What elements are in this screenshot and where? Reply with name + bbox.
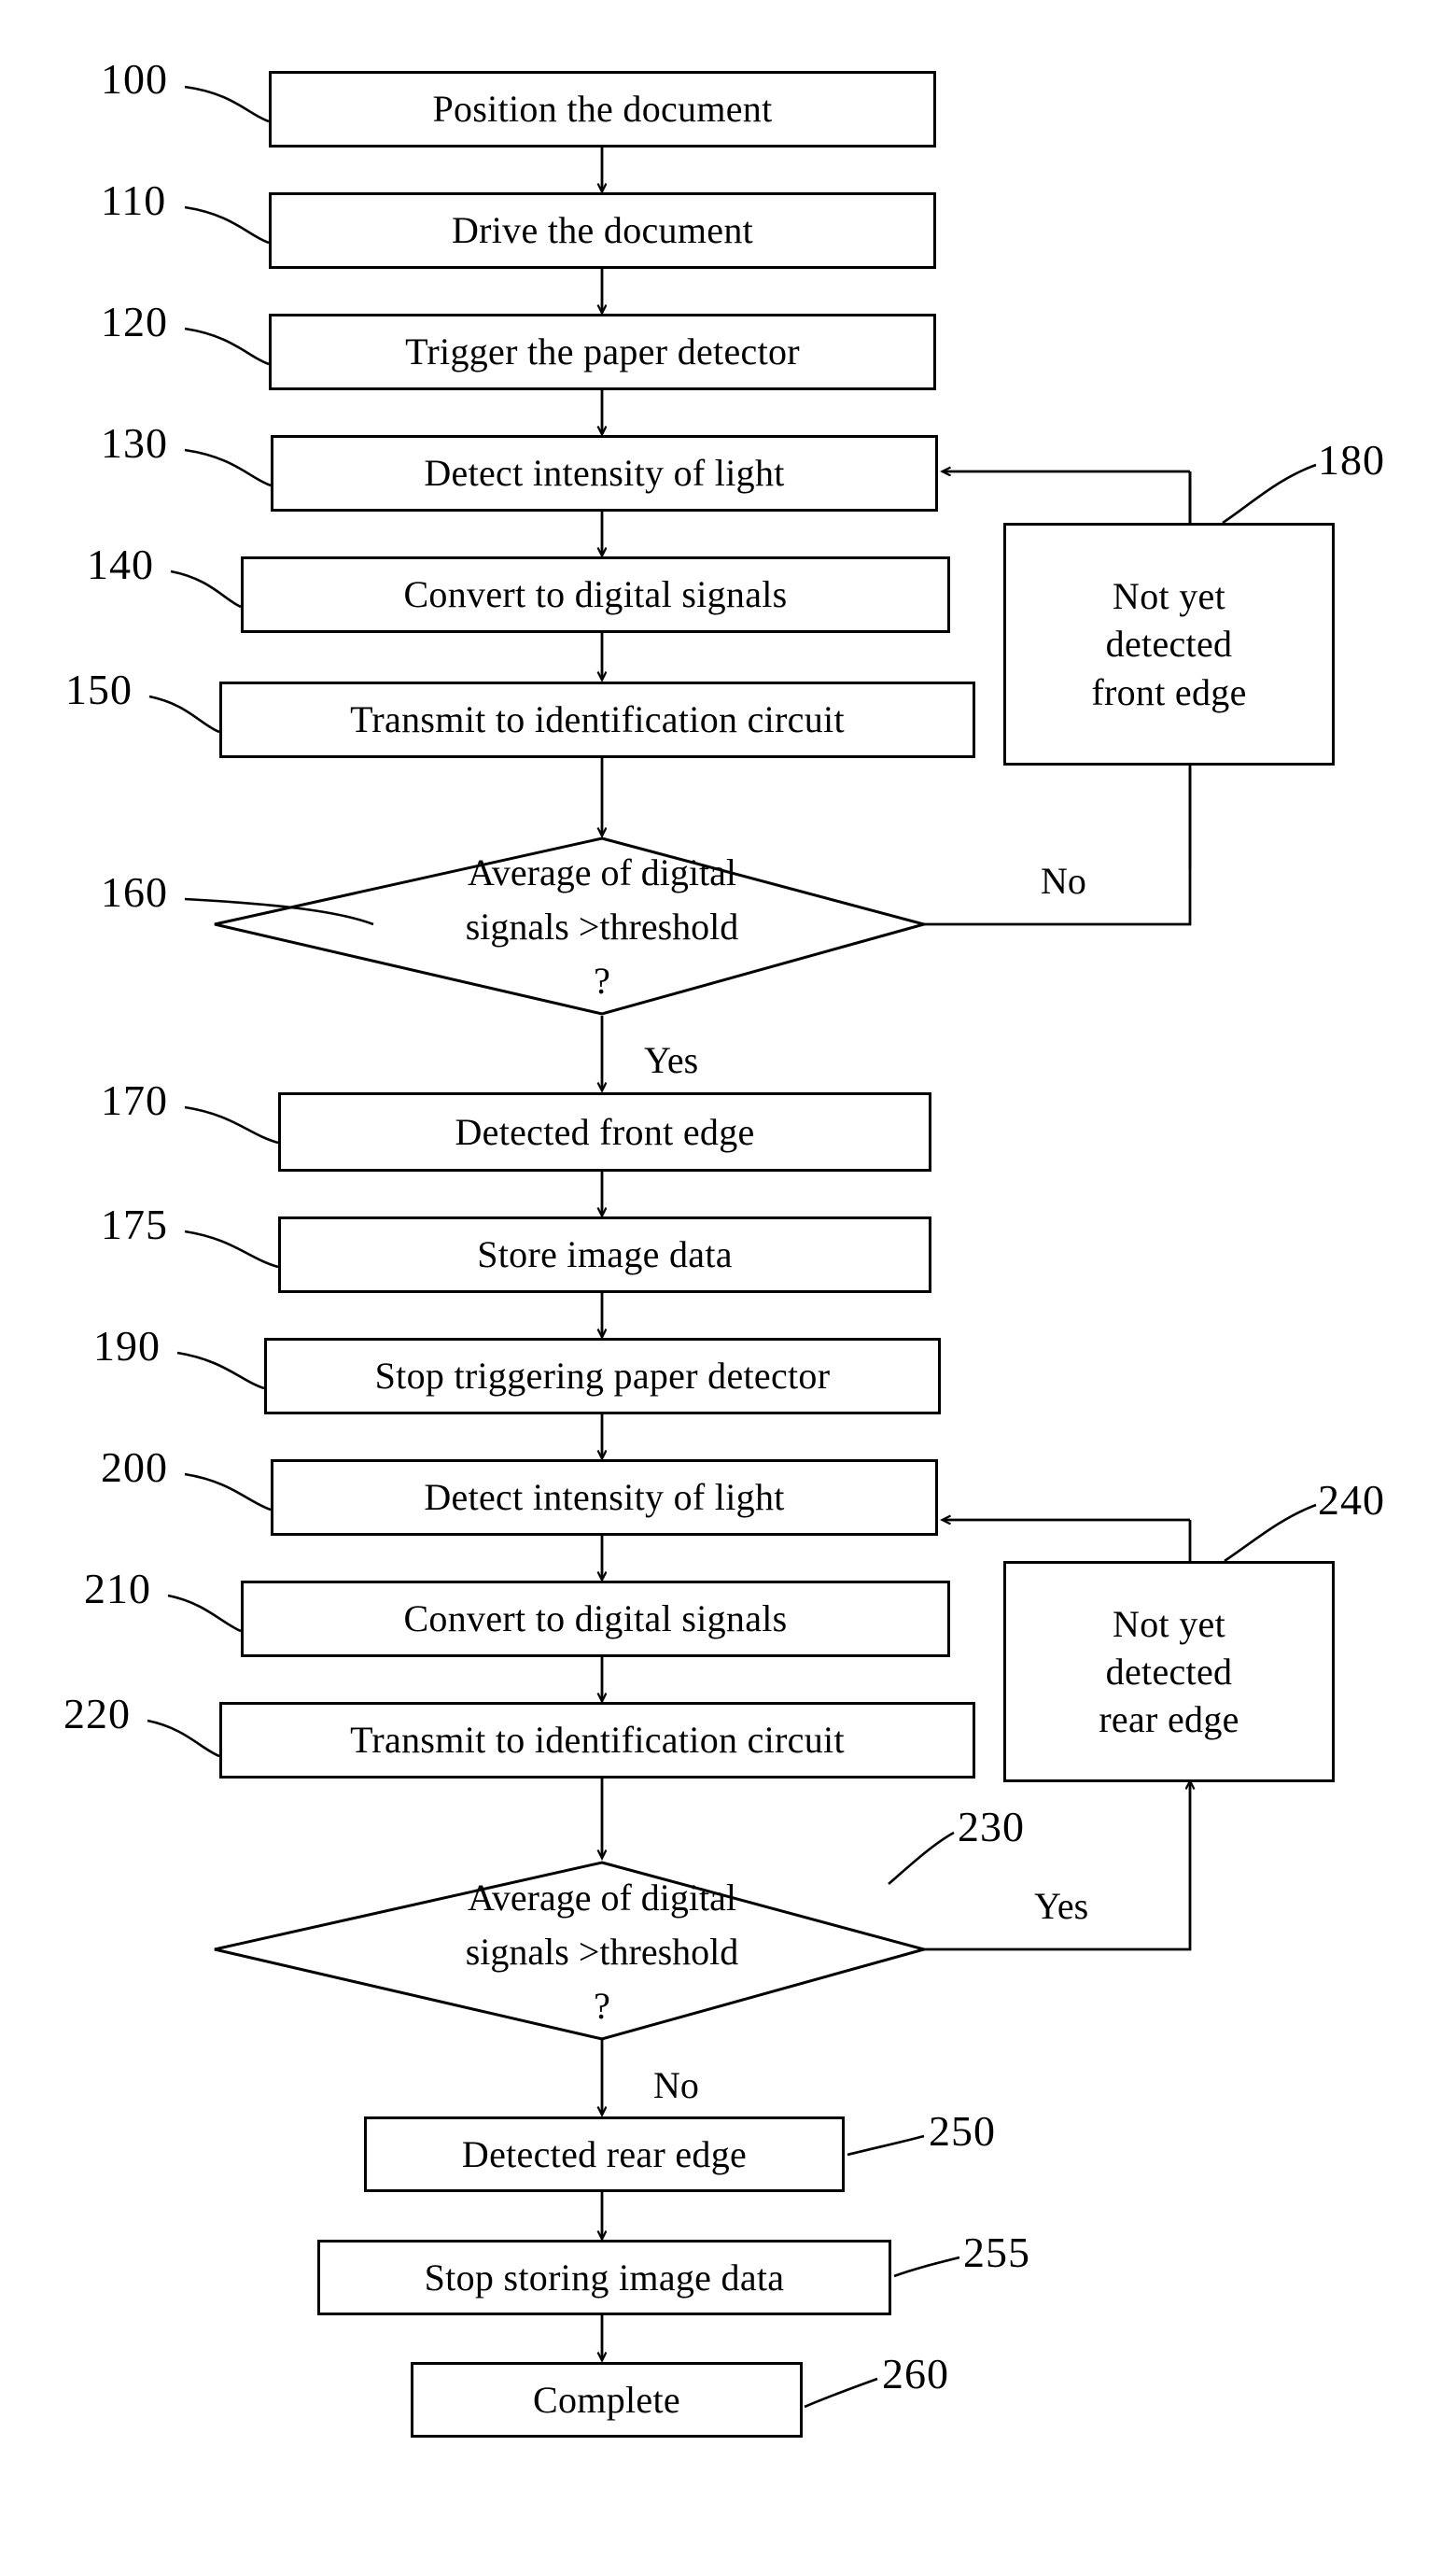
- flowchart-canvas: Position the document Drive the document…: [0, 0, 1456, 2573]
- ref-240: 240: [1318, 1476, 1385, 1524]
- ref-160: 160: [101, 868, 168, 916]
- ref-250: 250: [929, 2107, 996, 2155]
- ref-255: 255: [963, 2229, 1030, 2276]
- ref-230: 230: [958, 1803, 1025, 1850]
- ref-180: 180: [1318, 436, 1385, 484]
- ref-140: 140: [87, 541, 154, 588]
- leader-line-layer: [147, 85, 1317, 2409]
- ref-210: 210: [84, 1565, 151, 1612]
- ref-150: 150: [65, 666, 133, 713]
- ref-220: 220: [63, 1690, 131, 1737]
- ref-260: 260: [882, 2350, 949, 2397]
- ref-190: 190: [93, 1322, 161, 1370]
- ref-120: 120: [101, 298, 168, 345]
- ref-170: 170: [101, 1076, 168, 1124]
- ref-100: 100: [101, 55, 168, 103]
- edge-label-230-yes: Yes: [1034, 1885, 1089, 1927]
- ref-110: 110: [101, 176, 167, 224]
- edge-label-230-no: No: [653, 2064, 699, 2106]
- ref-175: 175: [101, 1201, 168, 1248]
- edge-label-160-no: No: [1041, 860, 1086, 902]
- edge-label-160-yes: Yes: [644, 1039, 699, 1081]
- ref-130: 130: [101, 419, 168, 467]
- ref-200: 200: [101, 1443, 168, 1491]
